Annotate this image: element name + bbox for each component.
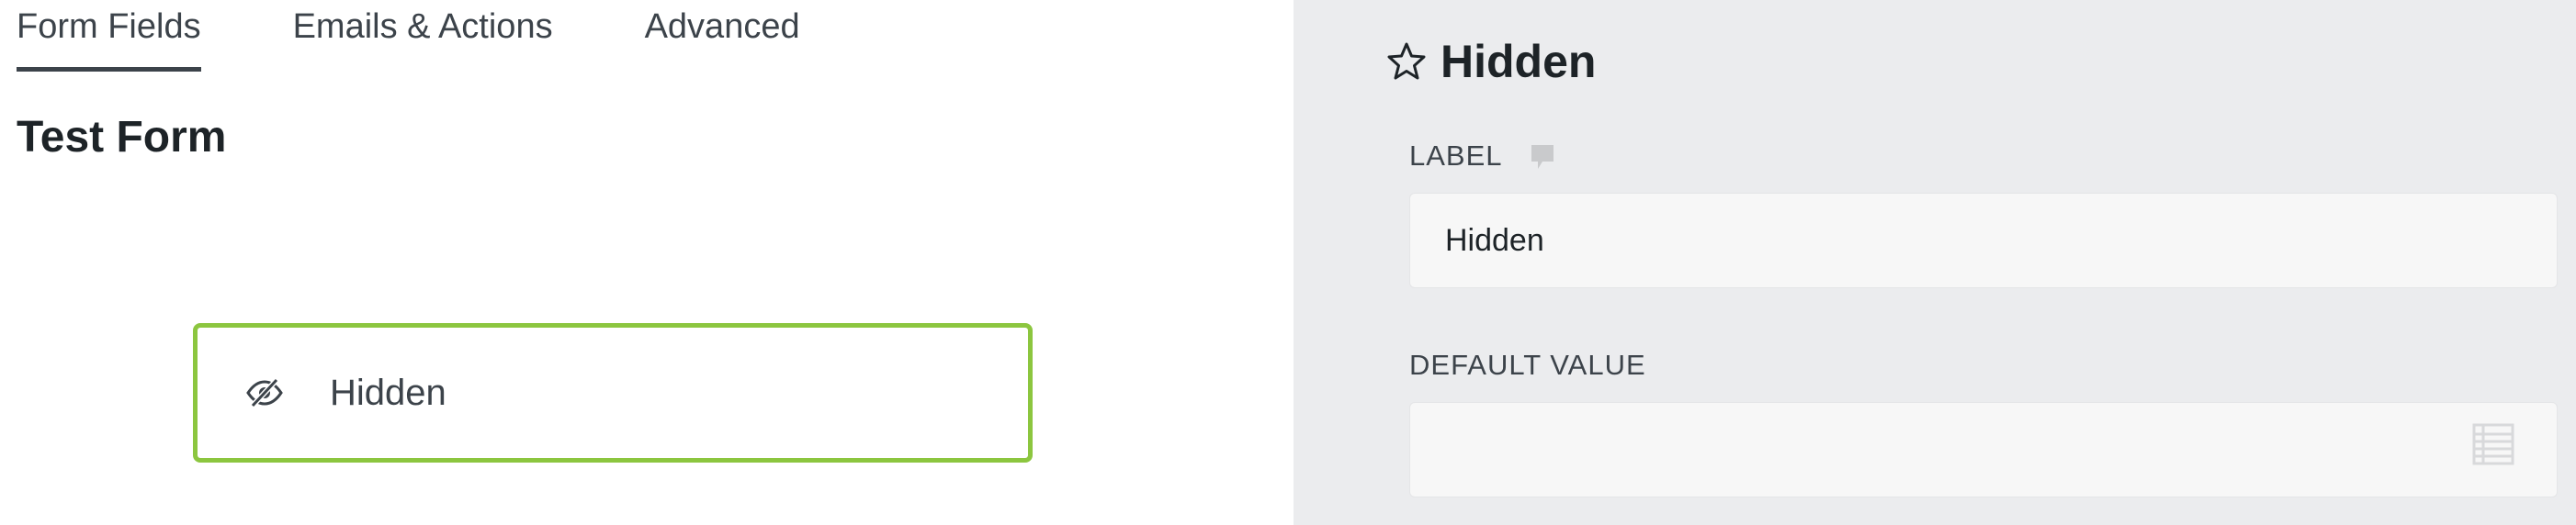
tab-advanced[interactable]: Advanced xyxy=(645,0,800,62)
label-field-label-text: LABEL xyxy=(1409,140,1503,172)
hidden-field-label: Hidden xyxy=(330,372,446,413)
default-value-input[interactable] xyxy=(1409,402,2558,497)
eye-slash-icon xyxy=(243,374,286,411)
builder-canvas: Form Fields Emails & Actions Advanced Te… xyxy=(0,0,1294,525)
star-icon[interactable] xyxy=(1385,40,1428,83)
label-input[interactable] xyxy=(1409,193,2558,288)
default-value-label-text: DEFAULT VALUE xyxy=(1409,349,1646,381)
comment-icon[interactable] xyxy=(1529,142,1556,170)
field-settings-panel: Hidden LABEL DEFAULT VALUE xyxy=(1294,0,2576,525)
builder-tabs: Form Fields Emails & Actions Advanced xyxy=(17,0,892,73)
hidden-field-card[interactable]: Hidden xyxy=(193,323,1033,463)
form-title: Test Form xyxy=(17,113,227,162)
label-field-label: LABEL xyxy=(1409,140,1556,173)
tab-form-fields[interactable]: Form Fields xyxy=(17,0,201,72)
settings-title: Hidden xyxy=(1441,36,1597,87)
default-value-label: DEFAULT VALUE xyxy=(1409,349,1646,382)
tab-emails-actions[interactable]: Emails & Actions xyxy=(293,0,553,62)
form-builder: Form Fields Emails & Actions Advanced Te… xyxy=(0,0,2576,525)
merge-tags-icon[interactable] xyxy=(2471,422,2515,466)
settings-header: Hidden xyxy=(1385,35,1596,88)
